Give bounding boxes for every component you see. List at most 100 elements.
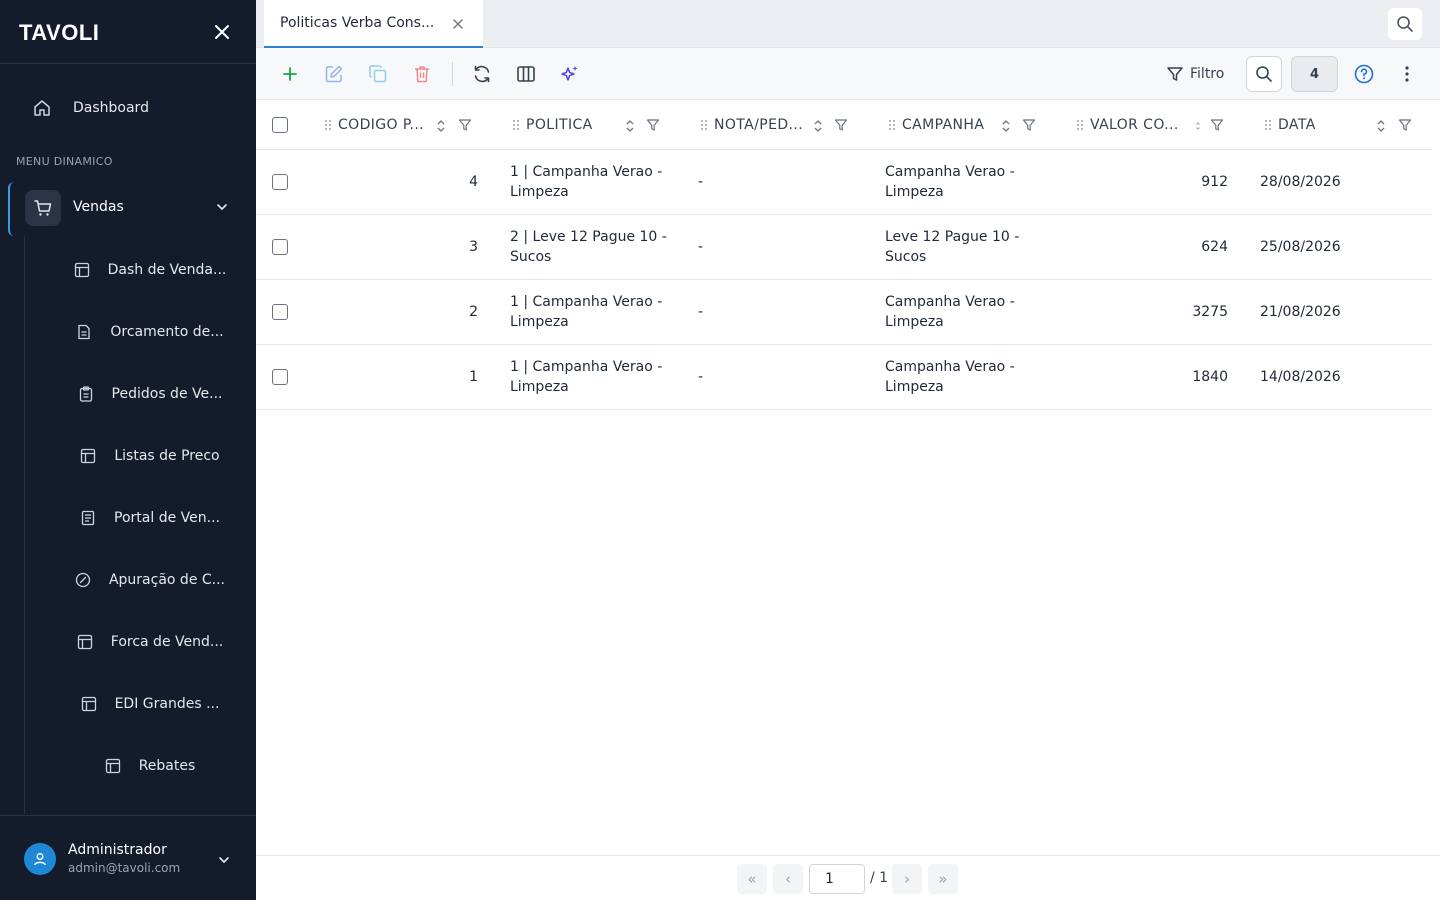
cell-data: 21/08/2026: [1260, 304, 1341, 320]
sidebar-subitem-apuracao[interactable]: Apuração de C...: [60, 560, 240, 600]
sidebar-subitem-forca-vendas[interactable]: Forca de Vend...: [60, 622, 240, 662]
duplicate-button[interactable]: [366, 62, 390, 86]
avatar: [24, 843, 56, 875]
columns-button[interactable]: [514, 62, 538, 86]
cell-codigo: 3: [469, 239, 478, 255]
column-filter-icon[interactable]: [1398, 117, 1412, 136]
submenu-track: [24, 236, 25, 814]
column-filter-icon[interactable]: [834, 117, 848, 136]
sidebar: TAVOLI Dashboard MENU DINAMICO Vendas Da…: [0, 0, 256, 900]
drag-handle-icon[interactable]: [888, 119, 896, 131]
edit-icon: [325, 65, 343, 83]
sidebar-subitem-label: EDI Grandes ...: [114, 696, 220, 712]
delete-button[interactable]: [410, 62, 434, 86]
column-filter-icon[interactable]: [1210, 117, 1224, 136]
cell-data: 25/08/2026: [1260, 239, 1341, 255]
column-filter-icon[interactable]: [458, 117, 472, 136]
select-all-checkbox[interactable]: [272, 117, 288, 133]
sort-icon[interactable]: [625, 118, 635, 137]
cell-nota: -: [698, 304, 704, 320]
column-filter-icon[interactable]: [1022, 117, 1036, 136]
drag-handle-icon[interactable]: [512, 119, 520, 131]
cell-campanha: Campanha Verao - Limpeza: [885, 294, 1015, 330]
sidebar-item-label: Dashboard: [73, 100, 149, 116]
cell-campanha: Leve 12 Pague 10 - Sucos: [885, 229, 1020, 265]
page-number-input[interactable]: [809, 864, 865, 894]
row-checkbox[interactable]: [272, 369, 288, 385]
search-icon: [1397, 16, 1413, 32]
brand-logo: TAVOLI: [19, 20, 100, 45]
next-page-button[interactable]: ›: [892, 864, 922, 894]
user-menu[interactable]: Administrador admin@tavoli.com: [0, 815, 256, 900]
column-title: CODIGO P...: [338, 117, 425, 133]
table-row[interactable]: 2 1 | Campanha Verao - Limpeza - Campanh…: [256, 280, 1432, 345]
column-filter-icon[interactable]: [646, 117, 660, 136]
add-button[interactable]: [278, 62, 302, 86]
percent-icon: [75, 572, 91, 588]
cell-valor: 912: [1201, 174, 1228, 190]
sort-icon[interactable]: [813, 118, 823, 137]
global-search-button[interactable]: [1388, 8, 1422, 40]
sidebar-subitem-dash-vendas[interactable]: Dash de Venda...: [60, 250, 240, 290]
cell-politica: 2 | Leve 12 Pague 10 - Sucos: [510, 229, 667, 265]
sort-icon[interactable]: [436, 118, 446, 137]
refresh-button[interactable]: [470, 62, 494, 86]
close-sidebar-button[interactable]: [210, 20, 234, 44]
cell-politica: 1 | Campanha Verao - Limpeza: [510, 359, 663, 395]
help-button[interactable]: [1352, 62, 1376, 86]
user-email: admin@tavoli.com: [68, 861, 181, 875]
column-header-codigo[interactable]: CODIGO P...: [324, 100, 508, 150]
sort-icon[interactable]: [1376, 118, 1386, 137]
more-options-button[interactable]: [1395, 62, 1419, 86]
row-checkbox[interactable]: [272, 174, 288, 190]
column-header-campanha[interactable]: CAMPANHA: [888, 100, 1072, 150]
row-checkbox[interactable]: [272, 239, 288, 255]
sidebar-subitem-portal[interactable]: Portal de Ven...: [60, 498, 240, 538]
sidebar-item-dashboard[interactable]: Dashboard: [24, 88, 234, 128]
sidebar-item-vendas[interactable]: Vendas: [8, 182, 248, 236]
drag-handle-icon[interactable]: [324, 119, 332, 131]
table-row[interactable]: 1 1 | Campanha Verao - Limpeza - Campanh…: [256, 345, 1432, 410]
sidebar-subitem-edi[interactable]: EDI Grandes ...: [60, 684, 240, 724]
cell-nota: -: [698, 174, 704, 190]
column-header-valor[interactable]: VALOR CO...: [1076, 100, 1260, 150]
row-checkbox[interactable]: [272, 304, 288, 320]
cart-icon: [25, 190, 61, 226]
table-row[interactable]: 3 2 | Leve 12 Pague 10 - Sucos - Leve 12…: [256, 215, 1432, 280]
toolbar-separator: [452, 62, 453, 86]
cell-nota: -: [698, 369, 704, 385]
sidebar-subitem-pedidos[interactable]: Pedidos de Ve...: [60, 374, 240, 414]
tab-politicas-verba[interactable]: Politicas Verba Cons...: [264, 0, 483, 48]
cell-data: 28/08/2026: [1260, 174, 1341, 190]
sidebar-subitem-label: Listas de Preco: [114, 448, 220, 464]
ai-assistant-button[interactable]: [558, 62, 582, 86]
filter-button[interactable]: Filtro: [1166, 61, 1224, 87]
column-header-data[interactable]: DATA: [1264, 100, 1432, 150]
column-header-politica[interactable]: POLITICA: [512, 100, 696, 150]
drag-handle-icon[interactable]: [1264, 119, 1272, 131]
cell-politica: 1 | Campanha Verao - Limpeza: [510, 164, 663, 200]
copy-icon: [369, 65, 387, 83]
column-header-nota[interactable]: NOTA/PED...: [700, 100, 884, 150]
row-checkbox-cell: [272, 150, 288, 214]
prev-page-button[interactable]: ‹: [773, 864, 803, 894]
user-icon: [34, 853, 46, 866]
drag-handle-icon[interactable]: [700, 119, 708, 131]
close-tab-button[interactable]: [450, 16, 466, 32]
column-title: NOTA/PED...: [714, 117, 804, 133]
sidebar-subitem-rebates[interactable]: Rebates: [60, 746, 240, 786]
pagination: « ‹ / 1 › »: [256, 855, 1440, 900]
sort-icon[interactable]: [1194, 118, 1202, 137]
first-page-button[interactable]: «: [737, 864, 767, 894]
drag-handle-icon[interactable]: [1076, 119, 1084, 131]
menu-section-title: MENU DINAMICO: [16, 155, 113, 168]
last-page-button[interactable]: »: [928, 864, 958, 894]
column-title: CAMPANHA: [902, 117, 985, 133]
table-row[interactable]: 4 1 | Campanha Verao - Limpeza - Campanh…: [256, 150, 1432, 215]
sort-icon[interactable]: [1001, 118, 1011, 137]
edit-button[interactable]: [322, 62, 346, 86]
sidebar-subitem-listas-preco[interactable]: Listas de Preco: [60, 436, 240, 476]
tab-bar: Politicas Verba Cons...: [256, 0, 1440, 48]
table-search-button[interactable]: [1246, 56, 1282, 92]
sidebar-subitem-orcamento[interactable]: Orcamento de...: [60, 312, 240, 352]
